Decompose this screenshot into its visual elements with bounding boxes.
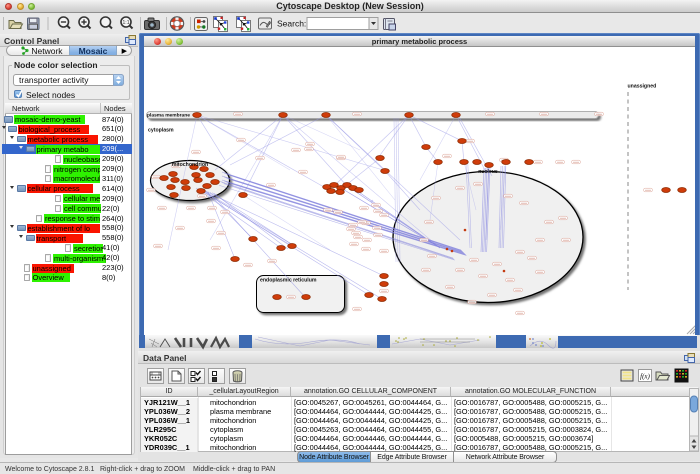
svg-text:endoplasmic reticulum: endoplasmic reticulum [260,278,317,284]
svg-text:nucleus: nucleus [478,169,498,175]
svg-text:plasma membrane: plasma membrane [147,113,190,119]
svg-text:1:1: 1:1 [123,20,130,26]
svg-text:unassigned: unassigned [628,84,657,90]
svg-text:f(x): f(x) [640,373,650,381]
svg-text:cytoplasm: cytoplasm [148,128,174,134]
svg-text:Search:: Search: [277,19,306,29]
svg-text:mitochondrion: mitochondrion [172,162,208,168]
